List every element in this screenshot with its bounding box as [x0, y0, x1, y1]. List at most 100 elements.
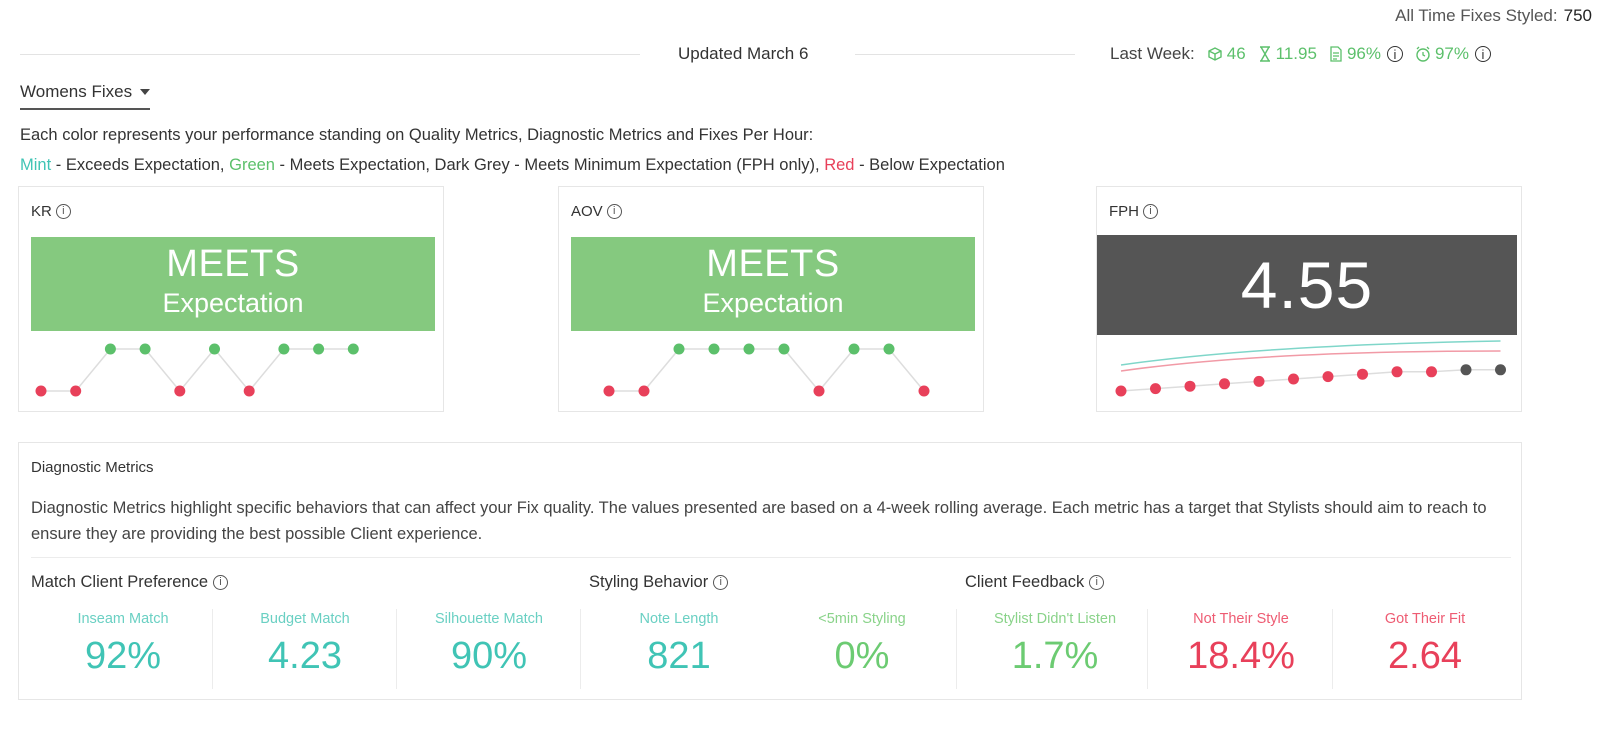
sparkline-point-green[interactable] [708, 343, 720, 355]
sparkline-point-red[interactable] [1184, 380, 1196, 392]
aov-status: MEETS [706, 243, 840, 285]
metric-label: Silhouette Match [434, 611, 543, 627]
sparkline-point-red[interactable] [1322, 371, 1334, 383]
metric-value: 18.4% [1187, 635, 1295, 677]
sparkline-point-green[interactable] [883, 343, 895, 355]
sparkline-point-green[interactable] [743, 343, 755, 355]
sparkline-point-red[interactable] [1219, 378, 1230, 390]
sparkline-point-green[interactable] [347, 343, 359, 355]
info-icon[interactable]: i [1089, 575, 1105, 590]
metric-label: Inseam Match [77, 611, 169, 627]
fph-title-text: FPH [1109, 203, 1139, 220]
last-week-label: Last Week: [1110, 44, 1195, 63]
metric-inseam-match: Inseam Match 92% [33, 607, 213, 687]
sparkline-point-red[interactable] [70, 385, 82, 397]
sparkline-segment [144, 348, 181, 392]
aov-sparkline [603, 343, 930, 397]
box-icon [1208, 47, 1222, 61]
sparkline-point-red[interactable] [638, 385, 650, 397]
kr-status-sub: Expectation [162, 288, 304, 318]
sparkline-segment [783, 348, 820, 392]
group-styling-behavior: Styling Behavior i [589, 573, 729, 592]
last-week-notes: 96% i [1329, 44, 1403, 64]
sparkline-point-green[interactable] [139, 343, 151, 355]
group-title-text: Client Feedback [965, 573, 1085, 591]
sparkline-point-red[interactable] [174, 385, 186, 397]
aov-title-text: AOV [571, 203, 603, 220]
last-week-hours-value: 11.95 [1275, 44, 1317, 63]
legend-green: Green [229, 156, 275, 174]
legend-colors: Mint - Exceeds Expectation, Green - Meet… [20, 156, 1005, 175]
last-week-fixes-value: 46 [1226, 44, 1246, 63]
sparkline-segment [888, 348, 925, 392]
sparkline-point-red[interactable] [1391, 366, 1403, 378]
sparkline-point-red[interactable] [1253, 375, 1265, 387]
sparkline-point-red[interactable] [918, 385, 930, 397]
target-trend-line [1120, 350, 1501, 372]
diagnostic-description: Diagnostic Metrics highlight specific be… [31, 499, 1487, 543]
legend-mint-desc: - Exceeds Expectation, [51, 156, 230, 174]
divider-left [20, 54, 640, 55]
metric-under-5min-styling: <5min Styling 0% [769, 607, 955, 687]
fix-type-dropdown[interactable]: Womens Fixes [20, 82, 151, 110]
legend-red: Red [824, 156, 855, 174]
metric-value: 2.64 [1388, 635, 1462, 677]
sparkline-point-green[interactable] [313, 343, 325, 355]
sparkline-segment [213, 348, 250, 392]
chevron-down-icon [140, 89, 151, 95]
sparkline-point-red[interactable] [1288, 373, 1299, 385]
divider [580, 609, 581, 689]
sparkline-point-red[interactable] [35, 385, 47, 397]
divider [1147, 609, 1148, 689]
last-week-ontime-value: 97% [1434, 44, 1469, 63]
sparkline-point-red[interactable] [1115, 385, 1127, 397]
kr-sparkline [35, 343, 359, 397]
sparkline-point-green[interactable] [673, 343, 685, 355]
clock-icon [1416, 46, 1430, 62]
sparkline-point-green[interactable] [848, 343, 860, 355]
fph-title: FPH i [1109, 203, 1158, 220]
sparkline-point-grey[interactable] [1460, 364, 1472, 376]
info-icon[interactable]: i [713, 575, 729, 590]
sparkline-segment [818, 348, 855, 392]
metric-value: 0% [834, 635, 890, 677]
group-match-client-preference: Match Client Preference i [31, 573, 228, 592]
info-icon[interactable]: i [1143, 204, 1158, 219]
legend-red-desc: - Below Expectation [854, 156, 1005, 174]
sparkline-point-red[interactable] [1426, 366, 1437, 378]
metric-label: Stylist Didn't Listen [993, 611, 1117, 627]
metric-budget-match: Budget Match 4.23 [215, 607, 395, 687]
sparkline-point-red[interactable] [243, 385, 255, 397]
last-week-stats: Last Week: 46 11.95 96% i 97% i [1110, 44, 1491, 64]
info-icon[interactable]: i [606, 204, 622, 219]
metric-label: Budget Match [260, 611, 350, 627]
sparkline-point-green[interactable] [104, 343, 116, 355]
sparkline-segment [75, 348, 111, 392]
divider [1332, 609, 1333, 689]
all-time-value: 750 [1563, 6, 1592, 25]
sparkline-point-green[interactable] [209, 343, 220, 355]
fix-type-label: Womens Fixes [20, 82, 133, 101]
sparkline-point-grey[interactable] [1495, 364, 1506, 376]
diagnostic-title: Diagnostic Metrics [31, 459, 154, 476]
target-trend-line [1120, 340, 1501, 366]
sparkline-segment [248, 348, 285, 392]
metric-got-their-fit: Got Their Fit 2.64 [1335, 607, 1515, 687]
all-time-fixes: All Time Fixes Styled: 750 [1395, 6, 1592, 26]
sparkline-point-red[interactable] [1357, 368, 1368, 380]
metric-value: 4.23 [268, 635, 342, 677]
metric-label: Not Their Style [1193, 611, 1289, 627]
sparkline-point-green[interactable] [278, 343, 290, 355]
sparkline-point-red[interactable] [1150, 383, 1161, 395]
aov-status-sub: Expectation [702, 288, 844, 318]
info-icon[interactable]: i [1475, 46, 1491, 62]
sparkline-point-red[interactable] [603, 385, 615, 397]
sparkline-point-green[interactable] [778, 343, 790, 355]
info-icon[interactable]: i [213, 575, 228, 590]
divider [956, 609, 957, 689]
sparkline-point-red[interactable] [813, 385, 825, 397]
divider [396, 609, 397, 689]
legend-green-desc: - Meets Expectation, Dark Grey - Meets M… [274, 156, 825, 174]
info-icon[interactable]: i [55, 204, 71, 219]
info-icon[interactable]: i [1386, 46, 1403, 62]
